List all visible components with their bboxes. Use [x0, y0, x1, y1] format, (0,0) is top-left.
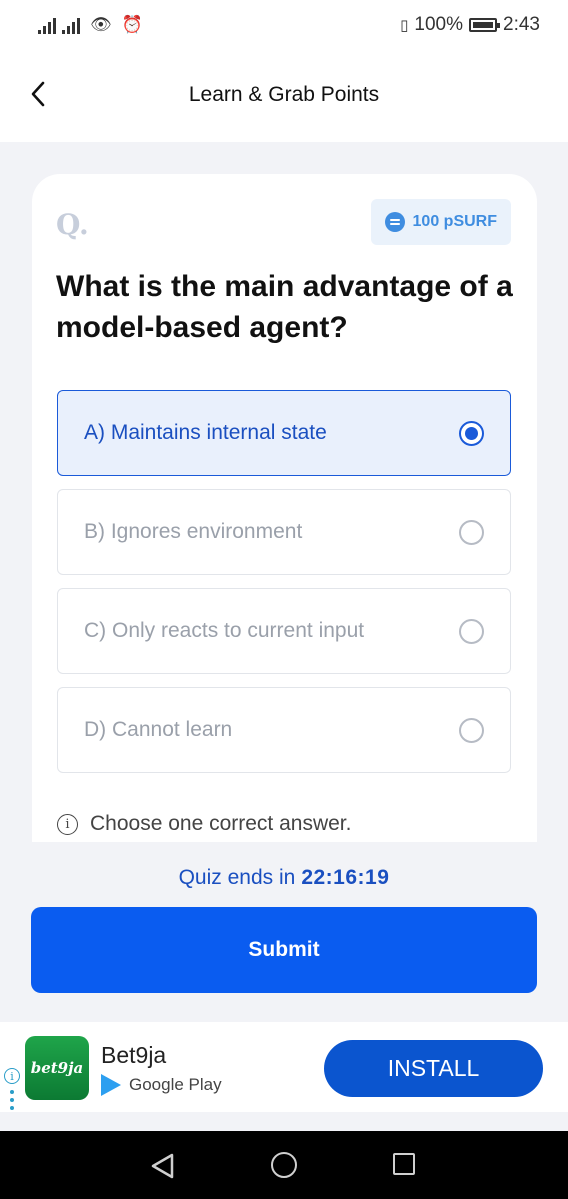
hint: i Choose one correct answer.	[57, 812, 351, 836]
eye-icon: 👁	[90, 15, 112, 34]
option-label: A) Maintains internal state	[84, 421, 327, 444]
radio-selected-icon[interactable]	[459, 421, 484, 446]
status-right: ▯ 100% 2:43	[400, 14, 540, 36]
nav-recents-icon[interactable]	[393, 1153, 415, 1175]
nav-back-icon[interactable]	[150, 1153, 176, 1179]
coin-icon	[384, 212, 405, 232]
radio-icon[interactable]	[459, 619, 484, 644]
vibrate-icon: ▯	[400, 17, 409, 34]
hint-text: Choose one correct answer.	[90, 812, 352, 835]
radio-icon[interactable]	[459, 520, 484, 545]
clock: 2:43	[503, 14, 540, 35]
status-bar: 👁 ⏰ ▯ 100% 2:43	[0, 0, 568, 50]
radio-icon[interactable]	[459, 718, 484, 743]
ad-app-logo[interactable]: bet9ja	[25, 1036, 89, 1100]
ad-menu-icon[interactable]	[10, 1090, 14, 1110]
option-b[interactable]: B) Ignores environment	[57, 489, 511, 575]
submit-button[interactable]: Submit	[31, 907, 537, 993]
quiz-card: Q. 100 pSURF What is the main advantage …	[32, 174, 537, 842]
info-icon: i	[57, 813, 78, 835]
ad-app-name[interactable]: Bet9ja	[101, 1042, 166, 1069]
ad-store: Google Play	[101, 1074, 222, 1096]
signal-2-icon	[62, 16, 80, 34]
ad-info-icon[interactable]: i	[4, 1068, 20, 1084]
points-badge: 100 pSURF	[370, 199, 511, 245]
timer-value: 22:16:19	[301, 866, 390, 889]
app-header: Learn & Grab Points	[0, 50, 568, 142]
quiz-timer: Quiz ends in 22:16:19	[0, 866, 568, 890]
question-marker: Q.	[56, 208, 89, 241]
option-c[interactable]: C) Only reacts to current input	[57, 588, 511, 674]
battery-percent: 100%	[414, 14, 464, 35]
option-label: C) Only reacts to current input	[84, 619, 365, 642]
timer-label: Quiz ends in	[178, 866, 296, 889]
option-a[interactable]: A) Maintains internal state	[57, 390, 511, 476]
install-button[interactable]: INSTALL	[324, 1040, 543, 1097]
points-value: 100 pSURF	[412, 213, 497, 230]
ad-logo-text: bet9ja	[30, 1059, 84, 1077]
ad-store-label: Google Play	[129, 1075, 222, 1094]
alarm-icon: ⏰	[121, 15, 143, 34]
signal-icon	[38, 16, 56, 34]
answer-options: A) Maintains internal state B) Ignores e…	[57, 390, 511, 786]
system-nav-bar	[0, 1131, 568, 1199]
option-label: D) Cannot learn	[84, 718, 233, 741]
battery-icon	[469, 18, 501, 32]
nav-home-icon[interactable]	[271, 1152, 297, 1178]
google-play-icon	[101, 1074, 121, 1096]
question-text: What is the main advantage of a model-ba…	[56, 270, 513, 344]
page-title: Learn & Grab Points	[188, 83, 380, 106]
status-left: 👁 ⏰	[38, 16, 143, 34]
option-label: B) Ignores environment	[84, 520, 303, 543]
option-d[interactable]: D) Cannot learn	[57, 687, 511, 773]
ad-banner[interactable]: i bet9ja Bet9ja Google Play INSTALL	[0, 1022, 568, 1112]
